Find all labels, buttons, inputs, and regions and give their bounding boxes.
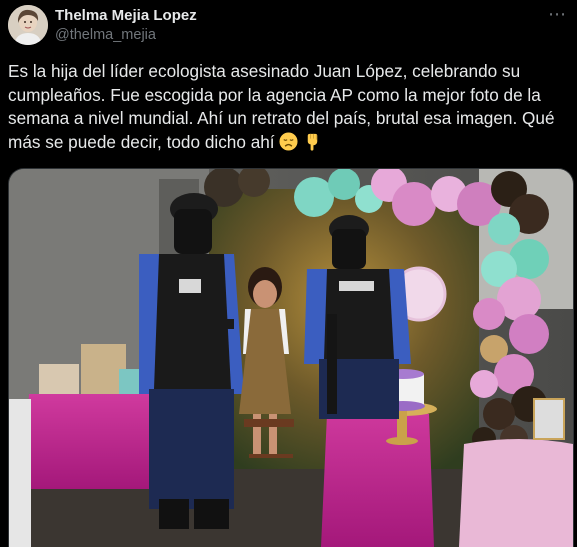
photo-scene [9, 169, 573, 547]
author-handle[interactable]: @thelma_mejia [55, 27, 156, 43]
author-display-name[interactable]: Thelma Mejia Lopez [55, 7, 197, 24]
author-avatar[interactable] [8, 5, 48, 45]
tweet: Thelma Mejia Lopez @thelma_mejia ⋯ Es la… [0, 0, 577, 547]
more-options-icon[interactable]: ⋯ [548, 4, 567, 25]
post-photo[interactable] [8, 168, 574, 547]
post-text-block: Es la hija del líder ecologista asesinad… [8, 60, 564, 154]
backhand-index-pointing-down-icon [307, 133, 318, 151]
avatar-image [8, 5, 48, 45]
disappointed-face-icon [279, 131, 298, 151]
